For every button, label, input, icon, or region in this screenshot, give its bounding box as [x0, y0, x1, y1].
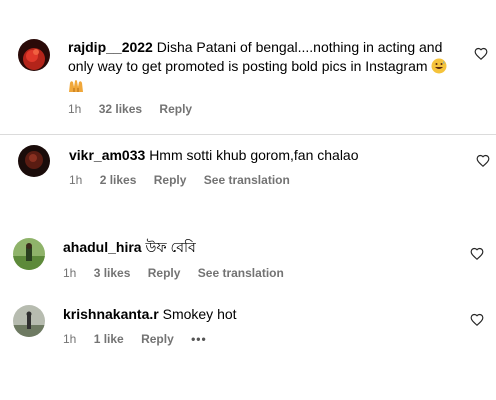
comment-text: Smokey hot: [162, 306, 237, 322]
timestamp: 1h: [63, 266, 77, 280]
reply-button[interactable]: Reply: [141, 332, 174, 346]
grinning-sweat-emoji: [431, 58, 447, 74]
comment-meta: 1h 1 like Reply •••: [63, 332, 221, 346]
reply-button[interactable]: Reply: [154, 173, 187, 187]
avatar[interactable]: [18, 145, 50, 177]
username[interactable]: ahadul_hira: [63, 239, 142, 255]
likes-count[interactable]: 2 likes: [100, 173, 137, 187]
comment-body: rajdip__2022 Disha Patani of bengal....n…: [68, 38, 448, 95]
raising-hands-emoji: [69, 80, 83, 92]
heart-outline-icon[interactable]: [476, 154, 490, 168]
avatar[interactable]: [13, 238, 45, 270]
comment-body: vikr_am033 Hmm sotti khub gorom,fan chal…: [69, 146, 439, 165]
timestamp: 1h: [68, 102, 82, 116]
see-translation-button[interactable]: See translation: [204, 173, 290, 187]
likes-count[interactable]: 3 likes: [94, 266, 131, 280]
heart-outline-icon[interactable]: [474, 47, 488, 61]
likes-count[interactable]: 1 like: [94, 332, 124, 346]
see-translation-button[interactable]: See translation: [198, 266, 284, 280]
heart-outline-icon[interactable]: [470, 313, 484, 327]
reply-button[interactable]: Reply: [159, 102, 192, 116]
comment-meta: 1h 2 likes Reply See translation: [69, 173, 304, 187]
likes-count[interactable]: 32 likes: [99, 102, 142, 116]
avatar[interactable]: [13, 305, 45, 337]
more-options-icon[interactable]: •••: [191, 332, 207, 346]
reply-button[interactable]: Reply: [148, 266, 181, 280]
timestamp: 1h: [69, 173, 83, 187]
divider: [0, 134, 496, 135]
comment-body: ahadul_hira উফ বেবি: [63, 238, 433, 257]
comment-text: উফ বেবি: [145, 239, 196, 255]
avatar[interactable]: [18, 39, 50, 71]
username[interactable]: krishnakanta.r: [63, 306, 159, 322]
timestamp: 1h: [63, 332, 77, 346]
comment-body: krishnakanta.r Smokey hot: [63, 305, 433, 324]
username[interactable]: vikr_am033: [69, 147, 145, 163]
comment-meta: 1h 3 likes Reply See translation: [63, 266, 298, 280]
comment-text: Hmm sotti khub gorom,fan chalao: [149, 147, 359, 163]
comment-meta: 1h 32 likes Reply: [68, 102, 206, 116]
username[interactable]: rajdip__2022: [68, 39, 153, 55]
heart-outline-icon[interactable]: [470, 247, 484, 261]
